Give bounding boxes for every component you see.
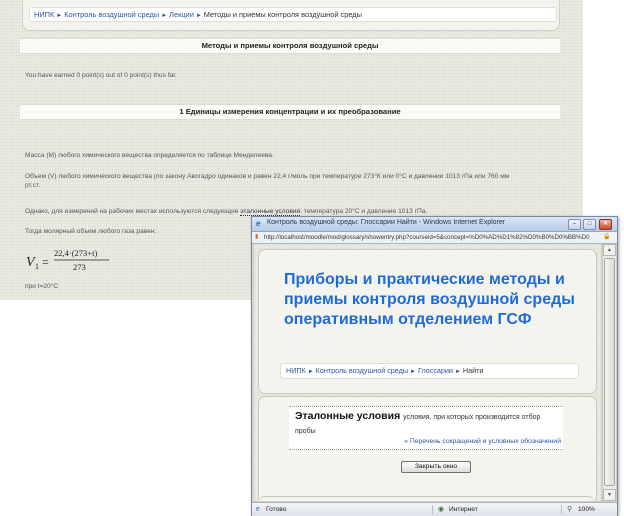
page-status-icon: e: [256, 506, 260, 513]
ie-logo-icon: e: [256, 219, 261, 228]
glossary-entry-panel: Эталонные условия условия, при которых п…: [258, 396, 597, 501]
breadcrumb-separator-icon: ►: [307, 369, 314, 375]
page-title: Методы и приемы контроля воздушной среды: [20, 38, 560, 54]
section-heading: 1 Единицы измерения концентрации и их пр…: [20, 104, 560, 120]
breadcrumb-separator-icon: ►: [56, 13, 63, 19]
window-titlebar[interactable]: e Контроль воздушной среды: Глоссарии На…: [252, 217, 617, 232]
paragraph-suffix: : температура 20°С и давление 1013 гПа.: [300, 208, 428, 215]
status-bar: e Готово ◉ Интернет ⚲ 100%: [252, 502, 617, 516]
glossary-entry-text: Эталонные условия условия, при которых п…: [295, 410, 561, 438]
glossary-term: Эталонные условия: [295, 410, 401, 422]
paragraph-molar-volume: Тогда молярный объем любого газа равен:: [25, 228, 157, 235]
glossary-entry: Эталонные условия условия, при которых п…: [289, 406, 563, 450]
paragraph-temperature: при t=20°С: [25, 283, 59, 290]
address-url[interactable]: http://localhost/moodle/mod/glossary/sho…: [264, 233, 599, 242]
maximize-icon[interactable]: □: [583, 219, 596, 230]
paragraph-volume: Объем (V) любого химического вещества (п…: [25, 172, 545, 190]
footer-panel: [258, 496, 595, 501]
paragraph-mass: Масса (М) любого химического вещества оп…: [25, 152, 274, 159]
internet-zone-icon: ◉: [438, 506, 445, 513]
security-zone-text: Интернет: [449, 506, 478, 513]
breadcrumb-link-course[interactable]: Контроль воздушной среды: [316, 366, 408, 375]
breadcrumb-separator-icon: ►: [410, 369, 416, 375]
paragraph-volume-line2: рт.ст.: [25, 182, 41, 189]
breadcrumb-link-lectures[interactable]: Лекции: [169, 10, 194, 19]
paragraph-reference-conditions: Однако, для измерений на рабочих местах …: [25, 207, 427, 216]
zoom-level[interactable]: 100%: [578, 503, 595, 516]
lock-icon: 🔒: [603, 234, 611, 240]
close-icon[interactable]: ✕: [599, 219, 612, 230]
breadcrumb-separator-icon: ►: [195, 13, 202, 19]
status-text: Готово: [266, 506, 287, 513]
formula-denominator: 273: [73, 262, 86, 272]
scroll-down-icon[interactable]: ▼: [603, 489, 616, 501]
breadcrumb-link-nipk[interactable]: НИПК: [286, 366, 306, 375]
breadcrumb: НИПК ► Контроль воздушной среды ► Глоссарии ►…: [280, 363, 579, 379]
address-bar[interactable]: ▮ http://localhost/moodle/mod/glossary/s…: [252, 232, 617, 244]
breadcrumb-current: Найти: [462, 366, 484, 375]
paragraph-volume-line1: Объем (V) любого химического вещества (п…: [25, 173, 510, 180]
breadcrumb-separator-icon: ►: [161, 13, 168, 19]
close-window-button[interactable]: Закрыть окно: [401, 461, 471, 473]
formula-molar-volume: V 1 = 22,4·(273+t) 273: [26, 248, 109, 272]
breadcrumb-separator-icon: ►: [454, 369, 461, 375]
formula-equals: =: [42, 255, 49, 269]
points-text: You have earned 0 point(s) out of 0 poin…: [25, 72, 177, 79]
site-title: Приборы и практические методы и приемы к…: [284, 271, 575, 328]
ie-popup-window: e Контроль воздушной среды: Глоссарии На…: [251, 216, 618, 516]
breadcrumb-current: Методы и приемы контроля воздушной среды: [203, 10, 362, 19]
paragraph-prefix: Однако, для измерений на рабочих местах …: [25, 208, 239, 215]
page-icon: ▮: [255, 234, 259, 240]
window-title: Контроль воздушной среды: Глоссарии Найт…: [267, 219, 506, 226]
popup-content: Приборы и практические методы и приемы к…: [254, 244, 601, 501]
formula-subscript: 1: [35, 262, 39, 271]
header-panel: НИПК ► Контроль воздушной среды ► Лекции ► Мет…: [22, 0, 560, 31]
abbreviations-list-link[interactable]: » Перечень сокращений и условных обознач…: [404, 438, 561, 445]
vertical-scrollbar[interactable]: ▲ ▼: [602, 244, 616, 501]
status-divider: [561, 505, 562, 514]
breadcrumb-link-glossaries[interactable]: Глоссарии: [418, 366, 453, 375]
scrollbar-thumb[interactable]: [604, 258, 615, 486]
status-divider: [432, 505, 433, 514]
header-panel: Приборы и практические методы и приемы к…: [258, 249, 597, 394]
scroll-up-icon[interactable]: ▲: [603, 244, 616, 256]
breadcrumb-link-nipk[interactable]: НИПК: [34, 10, 54, 19]
breadcrumb-link-course[interactable]: Контроль воздушной среды: [64, 10, 159, 19]
zoom-icon[interactable]: ⚲: [567, 503, 572, 516]
minimize-icon[interactable]: –: [568, 219, 581, 230]
formula-numerator: 22,4·(273+t): [54, 248, 97, 258]
breadcrumb: НИПК ► Контроль воздушной среды ► Лекции ► Мет…: [29, 7, 557, 22]
glossary-link-reference-conditions[interactable]: эталонные условия: [240, 208, 301, 216]
